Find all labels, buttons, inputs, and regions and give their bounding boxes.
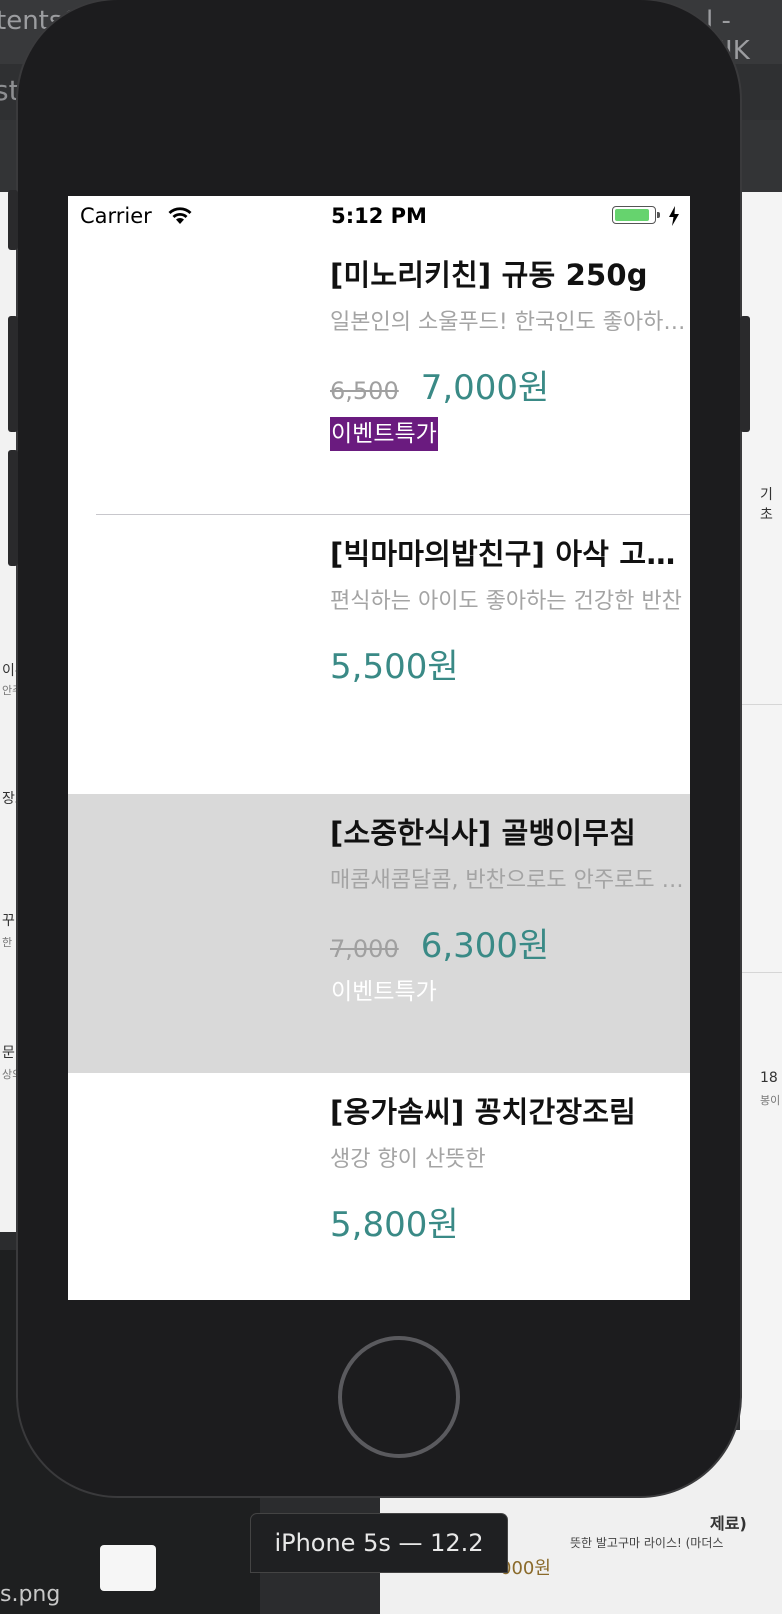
sale-price: 6,300원 xyxy=(420,926,550,966)
product-description: 편식하는 아이도 좋아하는 건강한 반찬 xyxy=(330,589,682,614)
sale-price: 7,000원 xyxy=(420,368,550,408)
status-bar: Carrier 5:12 PM xyxy=(68,196,690,236)
product-description: 매콤새콤달콤, 반찬으로도 안주로도 좋은 xyxy=(330,868,690,893)
host-right-fragment: 18 xyxy=(760,1070,778,1086)
host-right-fragment: 기초 xyxy=(760,487,773,523)
product-cell[interactable]: [소중한식사] 골뱅이무침매콤새콤달콤, 반찬으로도 안주로도 좋은 7,000 6… xyxy=(68,794,690,1073)
price-row: 5,500원 xyxy=(330,639,459,687)
volume-down-button xyxy=(8,450,18,566)
host-tab-fragment[interactable]: st xyxy=(0,74,20,107)
product-thumbnail xyxy=(84,252,324,492)
battery-icon xyxy=(612,206,660,224)
product-cell[interactable]: [미노리키친] 규동 250g 일본인의 소울푸드! 한국인도 좋아하는 규동 6,… xyxy=(68,236,690,515)
host-thumbnail xyxy=(100,1545,156,1591)
device-screen: Carrier 5:12 PM [미노리키친] 규동 250g 일본인의 소울푸드… xyxy=(68,196,690,1300)
product-description: 생강 향이 산뜻한 xyxy=(330,1147,486,1172)
price-row: 7,000 6,300원 xyxy=(330,918,549,966)
charging-bolt-icon xyxy=(668,206,680,231)
event-badge: 이벤트특가 xyxy=(330,417,438,451)
host-left-fragment: 한 xyxy=(2,936,13,949)
host-right-divider xyxy=(740,704,782,705)
host-right-divider xyxy=(740,972,782,973)
sale-price: 5,800원 xyxy=(330,1205,459,1245)
host-right-fragment: 봉이 xyxy=(760,1094,781,1107)
product-title: [빅마마의밥친구] 아삭 고소한 연근고기조림 xyxy=(330,537,680,571)
product-title: [미노리키친] 규동 250g xyxy=(330,258,648,292)
original-price: 7,000 xyxy=(330,935,399,963)
product-thumbnail xyxy=(84,531,324,771)
battery-level-fill xyxy=(615,209,649,221)
battery-nub xyxy=(657,212,660,218)
product-thumbnail xyxy=(84,810,324,1050)
original-price: 6,500 xyxy=(330,377,399,405)
product-thumbnail xyxy=(84,1089,324,1300)
product-title: [소중한식사] 골뱅이무침 xyxy=(330,816,637,850)
host-preview-text: 000원 xyxy=(500,1558,551,1579)
mute-switch xyxy=(8,190,18,250)
host-left-fragment: 문 xyxy=(2,1045,15,1061)
home-button[interactable] xyxy=(338,1336,460,1458)
status-time: 5:12 PM xyxy=(331,204,427,228)
product-cell[interactable]: [옹가솜씨] 꽁치간장조림생강 향이 산뜻한 5,800원 xyxy=(68,1073,690,1300)
host-left-fragment: 꾸 xyxy=(2,913,15,929)
price-row: 5,800원 xyxy=(330,1197,459,1245)
event-badge: 이벤트특가 xyxy=(331,979,437,1005)
host-file-label[interactable]: s.png xyxy=(0,1582,60,1607)
product-title: [옹가솜씨] 꽁치간장조림 xyxy=(330,1095,637,1129)
host-preview-text: 뜻한 발고구마 라이스! (마더스 xyxy=(570,1536,724,1550)
product-cell[interactable]: [빅마마의밥친구] 아삭 고소한 연근고기조림편식하는 아이도 좋아하는 건강한… xyxy=(68,515,690,794)
price-row: 6,500 7,000원 xyxy=(330,360,549,408)
simulator-device-label: iPhone 5s — 12.2 xyxy=(251,1514,507,1572)
product-description: 일본인의 소울푸드! 한국인도 좋아하는 규동 xyxy=(330,310,690,335)
sale-price: 5,500원 xyxy=(330,647,459,687)
product-table: [미노리키친] 규동 250g 일본인의 소울푸드! 한국인도 좋아하는 규동 6,… xyxy=(68,236,690,1300)
host-preview-text: 제료) xyxy=(710,1514,747,1533)
volume-up-button xyxy=(8,316,18,432)
power-button xyxy=(740,316,750,432)
